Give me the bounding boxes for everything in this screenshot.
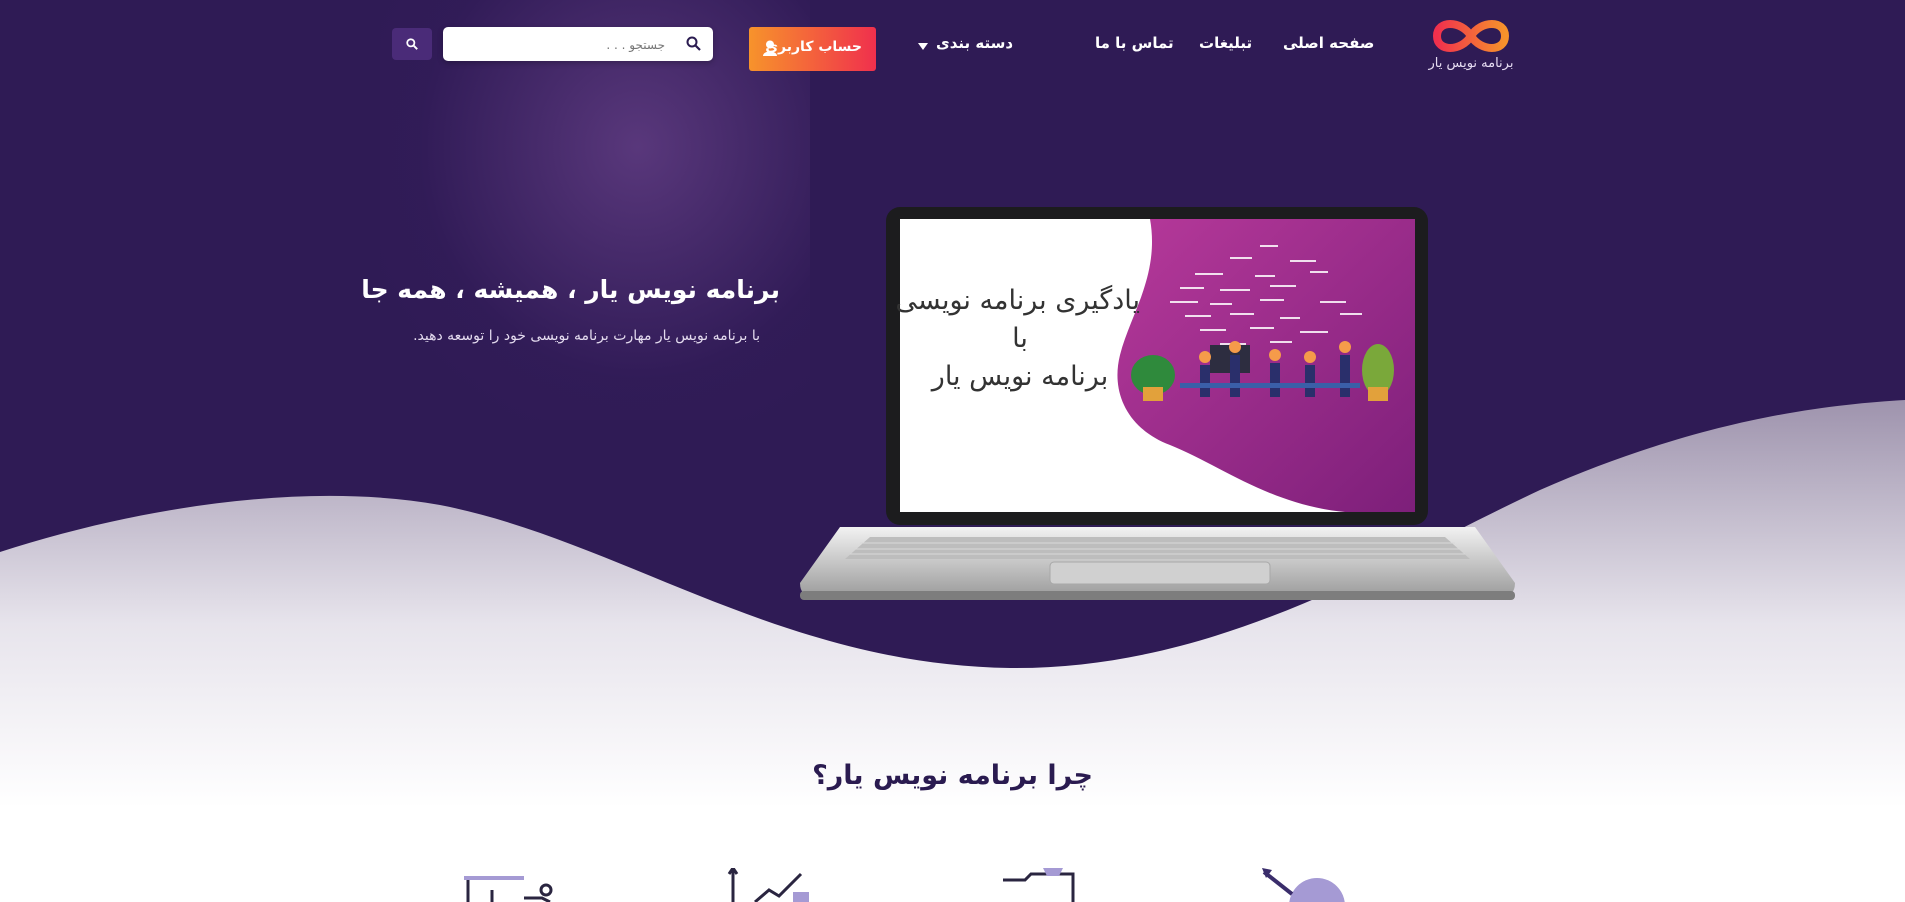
laptop-illustration xyxy=(800,207,1515,600)
presentation-icon xyxy=(464,876,553,902)
user-icon xyxy=(763,40,777,56)
target-icon xyxy=(1262,868,1345,902)
top-navbar: برنامه نویس یار صفحه اصلی تبلیغات تماس ب… xyxy=(0,0,1905,90)
nav-categories[interactable]: دسته بندی xyxy=(936,34,1013,52)
folder-icon xyxy=(1003,868,1075,902)
logo-text: برنامه نویس یار xyxy=(1428,56,1514,71)
nav-contact[interactable]: تماس با ما xyxy=(1095,34,1174,52)
search-icon xyxy=(686,36,701,51)
laptop-screen-text: یادگیری برنامه نویسی با برنامه نویس یار xyxy=(895,282,1140,396)
logo-infinity-icon xyxy=(1432,20,1510,52)
screen-line-2: با xyxy=(1012,323,1028,354)
nav-ads[interactable]: تبلیغات xyxy=(1199,34,1252,52)
growth-chart-icon xyxy=(727,868,809,902)
account-button[interactable]: حساب کاربری xyxy=(749,27,876,71)
screen-line-3: برنامه نویس یار xyxy=(931,361,1109,392)
search-button[interactable] xyxy=(392,28,432,60)
site-logo[interactable]: برنامه نویس یار xyxy=(1428,14,1514,80)
account-button-label: حساب کاربری xyxy=(765,39,862,55)
screen-line-1: یادگیری برنامه نویسی xyxy=(895,285,1140,316)
search-box xyxy=(443,27,713,61)
caret-down-icon[interactable] xyxy=(918,43,928,50)
hero-title: برنامه نویس یار ، همیشه ، همه جا xyxy=(361,275,780,304)
nav-home[interactable]: صفحه اصلی xyxy=(1283,34,1374,52)
search-icon xyxy=(406,38,418,50)
hero-subtitle: با برنامه نویس یار مهارت برنامه نویسی خو… xyxy=(413,328,760,344)
section-title: چرا برنامه نویس یار؟ xyxy=(812,760,1093,791)
search-input[interactable] xyxy=(453,32,667,58)
